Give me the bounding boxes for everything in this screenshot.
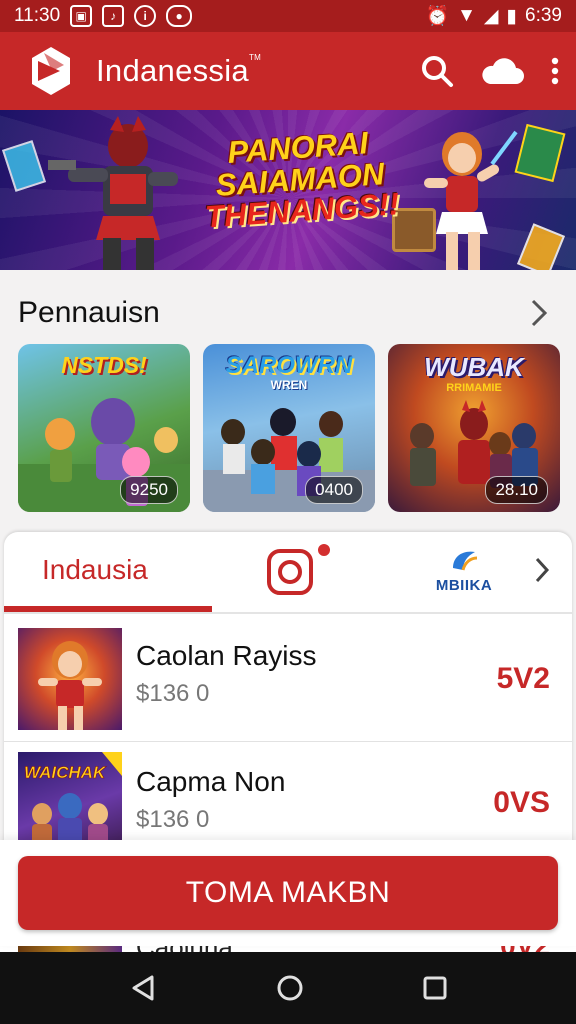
game-card[interactable]: SAROWRN WREN 0400 [203, 344, 375, 512]
search-button[interactable] [420, 54, 454, 88]
instagram-icon[interactable] [266, 548, 314, 596]
recents-icon[interactable] [422, 975, 448, 1001]
game-card-title: SAROWRN [225, 352, 353, 379]
mbiika-logo-icon [453, 551, 478, 571]
notification-icon: ▣ [70, 5, 93, 27]
primary-cta-button[interactable]: TOMA MAKBN [18, 856, 558, 930]
signal-icon: ◢ [483, 5, 499, 27]
section-title: Pennauisn [18, 296, 160, 329]
game-card[interactable]: NSTDS! 9250 [18, 344, 190, 512]
cta-container: TOMA MAKBN [0, 840, 576, 946]
promo-banner[interactable]: PANORAI SAIAMAON THENANGS!! [0, 110, 576, 270]
tab-indausia[interactable]: Indausia [42, 554, 148, 586]
list-item-title: Capma Non [136, 766, 286, 797]
music-icon: ♪ [102, 5, 125, 27]
media-icon: ● [166, 5, 193, 27]
app-logo-icon [32, 47, 70, 95]
list-item-value: 0VS [493, 786, 550, 819]
banner-headline: PANORAI SAIAMAON THENANGS!! [203, 125, 401, 235]
status-clock: 6:39 [525, 5, 562, 26]
tab-mbiika[interactable]: MBIIKA [432, 548, 496, 594]
banner-hero-left-image [48, 116, 178, 270]
game-card-title: WUBAK [424, 352, 524, 382]
section-more-chevron-icon[interactable] [530, 298, 548, 328]
svg-text:WAICHAK: WAICHAK [24, 763, 107, 782]
system-navigation-bar [0, 952, 576, 1024]
game-card-badge: 28.10 [485, 476, 548, 504]
notification-dot [316, 542, 332, 558]
back-icon[interactable] [128, 973, 158, 1003]
info-icon: i [134, 5, 157, 27]
list-item-value: 5V2 [496, 662, 550, 695]
game-card-badge: 9250 [120, 476, 178, 504]
list-item-subtitle: $136 0 [136, 680, 210, 707]
game-card-title: NSTDS! [61, 352, 147, 378]
cloud-button[interactable] [480, 56, 524, 86]
game-card-badge: 0400 [305, 476, 363, 504]
status-bar: 11:30 ▣ ♪ i ● ⏰ ▼ ◢ ▮ 6:39 [0, 0, 576, 32]
list-item-thumbnail [18, 628, 122, 730]
more-vertical-icon [551, 57, 559, 85]
list-item-thumbnail: WAICHAK [18, 752, 122, 854]
more-options-button[interactable] [550, 56, 560, 86]
tabs-next-chevron-icon[interactable] [534, 556, 550, 584]
home-icon[interactable] [275, 973, 305, 1003]
app-bar: IndanessiaTM [0, 32, 576, 110]
battery-icon: ▮ [506, 5, 518, 27]
list-item[interactable]: Caolan Rayiss $136 0 5V2 [4, 616, 572, 742]
list-item-title: Caolan Rayiss [136, 640, 317, 671]
list-item-subtitle: $136 0 [136, 806, 210, 833]
game-card[interactable]: WUBAK RRIMAMIE 28.10 [388, 344, 560, 512]
game-card-subtitle: WREN [270, 378, 308, 392]
tab-bar: Indausia MBIIKA [4, 532, 572, 614]
status-time: 11:30 [14, 5, 61, 26]
active-tab-indicator [4, 606, 212, 612]
app-title: IndanessiaTM [96, 53, 262, 88]
alarm-icon: ⏰ [425, 6, 450, 27]
game-card-subtitle: RRIMAMIE [446, 382, 502, 394]
cloud-icon [482, 58, 524, 84]
wifi-icon: ▼ [457, 5, 476, 26]
search-icon [422, 56, 453, 87]
app-screen: 11:30 ▣ ♪ i ● ⏰ ▼ ◢ ▮ 6:39 IndanessiaTM [0, 0, 576, 1024]
